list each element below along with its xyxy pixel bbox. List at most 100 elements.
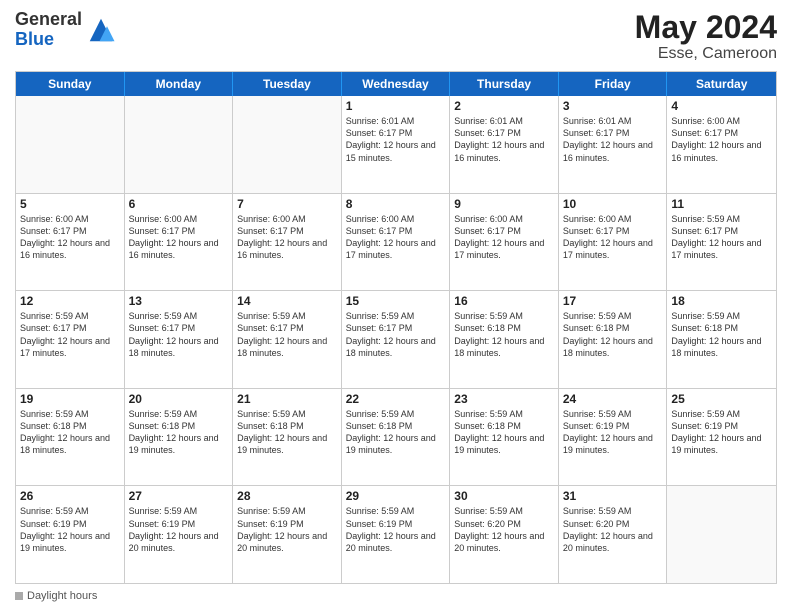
cell-text: Sunrise: 5:59 AM Sunset: 6:19 PM Dayligh… (346, 505, 446, 554)
calendar-cell-2-4: 16 Sunrise: 5:59 AM Sunset: 6:18 PM Dayli… (450, 291, 559, 388)
logo-text: General Blue (15, 10, 82, 50)
logo-blue: Blue (15, 30, 82, 50)
day-number: 15 (346, 294, 446, 308)
header: General Blue May 2024 Esse, Cameroon (15, 10, 777, 63)
day-number: 20 (129, 392, 229, 406)
day-number: 8 (346, 197, 446, 211)
weekday-header-friday: Friday (559, 72, 668, 96)
cell-text: Sunrise: 5:59 AM Sunset: 6:19 PM Dayligh… (237, 505, 337, 554)
footer: Daylight hours (15, 590, 777, 602)
day-number: 9 (454, 197, 554, 211)
cell-text: Sunrise: 5:59 AM Sunset: 6:20 PM Dayligh… (563, 505, 663, 554)
calendar-cell-4-6 (667, 486, 776, 583)
location: Esse, Cameroon (635, 45, 777, 63)
cell-text: Sunrise: 6:01 AM Sunset: 6:17 PM Dayligh… (346, 115, 446, 164)
cell-text: Sunrise: 5:59 AM Sunset: 6:19 PM Dayligh… (129, 505, 229, 554)
calendar-cell-3-0: 19 Sunrise: 5:59 AM Sunset: 6:18 PM Dayli… (16, 389, 125, 486)
weekday-header-sunday: Sunday (16, 72, 125, 96)
day-number: 23 (454, 392, 554, 406)
cell-text: Sunrise: 6:00 AM Sunset: 6:17 PM Dayligh… (346, 213, 446, 262)
calendar-cell-3-3: 22Sunrise: 5:59 AM Sunset: 6:18 PM Dayli… (342, 389, 451, 486)
cell-text: Sunrise: 5:59 AM Sunset: 6:19 PM Dayligh… (20, 505, 120, 554)
calendar-cell-4-3: 29 Sunrise: 5:59 AM Sunset: 6:19 PM Dayli… (342, 486, 451, 583)
weekday-header-saturday: Saturday (667, 72, 776, 96)
cell-text: Sunrise: 6:01 AM Sunset: 6:17 PM Dayligh… (563, 115, 663, 164)
calendar-header: SundayMondayTuesdayWednesdayThursdayFrid… (16, 72, 776, 96)
day-number: 5 (20, 197, 120, 211)
calendar-cell-2-6: 18 Sunrise: 5:59 AM Sunset: 6:18 PM Dayli… (667, 291, 776, 388)
calendar-cell-0-5: 3 Sunrise: 6:01 AM Sunset: 6:17 PM Daylig… (559, 96, 668, 193)
cell-text: Sunrise: 5:59 AM Sunset: 6:17 PM Dayligh… (346, 310, 446, 359)
footer-label: Daylight hours (27, 590, 97, 602)
logo: General Blue (15, 10, 116, 50)
calendar-cell-1-1: 6 Sunrise: 6:00 AM Sunset: 6:17 PM Daylig… (125, 194, 234, 291)
cell-text: Sunrise: 6:00 AM Sunset: 6:17 PM Dayligh… (129, 213, 229, 262)
calendar-cell-3-4: 23 Sunrise: 5:59 AM Sunset: 6:18 PM Dayli… (450, 389, 559, 486)
weekday-header-thursday: Thursday (450, 72, 559, 96)
calendar-cell-3-6: 25Sunrise: 5:59 AM Sunset: 6:19 PM Dayli… (667, 389, 776, 486)
logo-general: General (15, 10, 82, 30)
day-number: 26 (20, 489, 120, 503)
day-number: 6 (129, 197, 229, 211)
calendar-cell-3-2: 21Sunrise: 5:59 AM Sunset: 6:18 PM Dayli… (233, 389, 342, 486)
cell-text: Sunrise: 6:00 AM Sunset: 6:17 PM Dayligh… (671, 115, 772, 164)
day-number: 29 (346, 489, 446, 503)
calendar-cell-2-2: 14Sunrise: 5:59 AM Sunset: 6:17 PM Dayli… (233, 291, 342, 388)
weekday-header-tuesday: Tuesday (233, 72, 342, 96)
cell-text: Sunrise: 5:59 AM Sunset: 6:18 PM Dayligh… (20, 408, 120, 457)
calendar-cell-1-3: 8 Sunrise: 6:00 AM Sunset: 6:17 PM Daylig… (342, 194, 451, 291)
cell-text: Sunrise: 5:59 AM Sunset: 6:18 PM Dayligh… (129, 408, 229, 457)
calendar-cell-3-1: 20 Sunrise: 5:59 AM Sunset: 6:18 PM Dayli… (125, 389, 234, 486)
weekday-header-monday: Monday (125, 72, 234, 96)
page: General Blue May 2024 Esse, Cameroon Sun… (0, 0, 792, 612)
logo-icon (86, 15, 116, 45)
cell-text: Sunrise: 5:59 AM Sunset: 6:17 PM Dayligh… (20, 310, 120, 359)
calendar-cell-0-0 (16, 96, 125, 193)
calendar-cell-4-1: 27Sunrise: 5:59 AM Sunset: 6:19 PM Dayli… (125, 486, 234, 583)
cell-text: Sunrise: 5:59 AM Sunset: 6:19 PM Dayligh… (563, 408, 663, 457)
calendar-cell-4-4: 30 Sunrise: 5:59 AM Sunset: 6:20 PM Dayli… (450, 486, 559, 583)
day-number: 16 (454, 294, 554, 308)
cell-text: Sunrise: 6:00 AM Sunset: 6:17 PM Dayligh… (237, 213, 337, 262)
calendar: SundayMondayTuesdayWednesdayThursdayFrid… (15, 71, 777, 584)
calendar-cell-2-1: 13Sunrise: 5:59 AM Sunset: 6:17 PM Dayli… (125, 291, 234, 388)
cell-text: Sunrise: 6:01 AM Sunset: 6:17 PM Dayligh… (454, 115, 554, 164)
cell-text: Sunrise: 5:59 AM Sunset: 6:18 PM Dayligh… (563, 310, 663, 359)
day-number: 2 (454, 99, 554, 113)
calendar-cell-2-3: 15 Sunrise: 5:59 AM Sunset: 6:17 PM Dayli… (342, 291, 451, 388)
weekday-header-wednesday: Wednesday (342, 72, 451, 96)
day-number: 11 (671, 197, 772, 211)
day-number: 3 (563, 99, 663, 113)
calendar-body: 1 Sunrise: 6:01 AM Sunset: 6:17 PM Daylig… (16, 96, 776, 583)
calendar-cell-4-2: 28 Sunrise: 5:59 AM Sunset: 6:19 PM Dayli… (233, 486, 342, 583)
day-number: 13 (129, 294, 229, 308)
day-number: 1 (346, 99, 446, 113)
cell-text: Sunrise: 5:59 AM Sunset: 6:18 PM Dayligh… (671, 310, 772, 359)
calendar-cell-1-5: 10Sunrise: 6:00 AM Sunset: 6:17 PM Dayli… (559, 194, 668, 291)
cell-text: Sunrise: 5:59 AM Sunset: 6:18 PM Dayligh… (454, 408, 554, 457)
calendar-row-2: 12Sunrise: 5:59 AM Sunset: 6:17 PM Dayli… (16, 290, 776, 388)
cell-text: Sunrise: 6:00 AM Sunset: 6:17 PM Dayligh… (563, 213, 663, 262)
day-number: 14 (237, 294, 337, 308)
calendar-cell-1-0: 5Sunrise: 6:00 AM Sunset: 6:17 PM Daylig… (16, 194, 125, 291)
footer-dot (15, 592, 23, 600)
calendar-cell-4-5: 31 Sunrise: 5:59 AM Sunset: 6:20 PM Dayli… (559, 486, 668, 583)
calendar-cell-1-2: 7Sunrise: 6:00 AM Sunset: 6:17 PM Daylig… (233, 194, 342, 291)
calendar-cell-3-5: 24Sunrise: 5:59 AM Sunset: 6:19 PM Dayli… (559, 389, 668, 486)
calendar-cell-1-6: 11 Sunrise: 5:59 AM Sunset: 6:17 PM Dayli… (667, 194, 776, 291)
cell-text: Sunrise: 6:00 AM Sunset: 6:17 PM Dayligh… (454, 213, 554, 262)
cell-text: Sunrise: 5:59 AM Sunset: 6:18 PM Dayligh… (346, 408, 446, 457)
calendar-cell-1-4: 9 Sunrise: 6:00 AM Sunset: 6:17 PM Daylig… (450, 194, 559, 291)
day-number: 18 (671, 294, 772, 308)
calendar-cell-0-1 (125, 96, 234, 193)
cell-text: Sunrise: 5:59 AM Sunset: 6:20 PM Dayligh… (454, 505, 554, 554)
day-number: 28 (237, 489, 337, 503)
cell-text: Sunrise: 5:59 AM Sunset: 6:17 PM Dayligh… (671, 213, 772, 262)
day-number: 17 (563, 294, 663, 308)
calendar-row-0: 1 Sunrise: 6:01 AM Sunset: 6:17 PM Daylig… (16, 96, 776, 193)
calendar-cell-0-3: 1 Sunrise: 6:01 AM Sunset: 6:17 PM Daylig… (342, 96, 451, 193)
day-number: 31 (563, 489, 663, 503)
cell-text: Sunrise: 5:59 AM Sunset: 6:18 PM Dayligh… (454, 310, 554, 359)
day-number: 30 (454, 489, 554, 503)
day-number: 19 (20, 392, 120, 406)
